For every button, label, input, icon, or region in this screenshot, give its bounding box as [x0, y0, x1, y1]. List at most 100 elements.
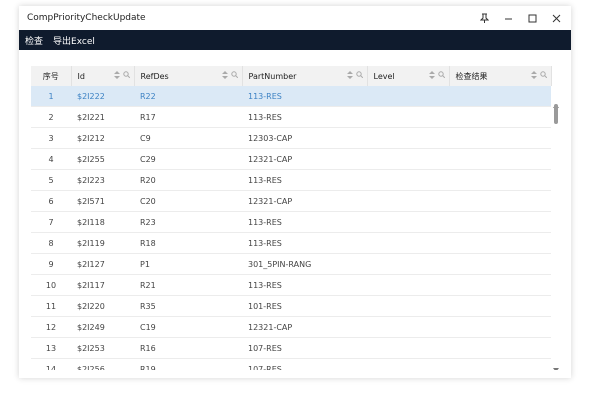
cell-result[interactable] — [449, 274, 551, 296]
cell-ref[interactable]: R16 — [134, 337, 242, 359]
cell-result[interactable] — [449, 316, 551, 338]
cell-result[interactable] — [449, 358, 551, 370]
cell-id[interactable]: $2I223 — [71, 169, 134, 191]
table-row[interactable]: 10 $2I117 R21 113-RES — [31, 274, 551, 296]
scroll-up-icon[interactable] — [553, 94, 559, 108]
sort-icon[interactable] — [530, 71, 537, 81]
cell-ref[interactable]: R18 — [134, 232, 242, 254]
cell-id[interactable]: $2I253 — [71, 337, 134, 359]
cell-pn[interactable]: 113-RES — [242, 106, 367, 128]
cell-result[interactable] — [449, 190, 551, 212]
cell-result[interactable] — [449, 127, 551, 149]
cell-pn[interactable]: 113-RES — [242, 232, 367, 254]
cell-pn[interactable]: 301_5PIN-RANG — [242, 253, 367, 275]
cell-id[interactable]: $2I212 — [71, 127, 134, 149]
cell-idx[interactable]: 4 — [31, 148, 71, 170]
cell-ref[interactable]: R21 — [134, 274, 242, 296]
search-icon[interactable] — [230, 71, 238, 81]
cell-result[interactable] — [449, 295, 551, 317]
cell-pn[interactable]: 12303-CAP — [242, 127, 367, 149]
cell-ref[interactable]: R17 — [134, 106, 242, 128]
sort-icon[interactable] — [113, 71, 120, 81]
vertical-scrollbar[interactable] — [553, 94, 559, 370]
table-row[interactable]: 3 $2I212 C9 12303-CAP — [31, 127, 551, 149]
cell-pn[interactable]: 12321-CAP — [242, 190, 367, 212]
cell-id[interactable]: $2I571 — [71, 190, 134, 212]
cell-result[interactable] — [449, 211, 551, 233]
col-header-result[interactable]: 检查结果 — [449, 66, 552, 86]
cell-result[interactable] — [449, 106, 551, 128]
pin-icon[interactable] — [477, 11, 491, 25]
cell-id[interactable]: $2I127 — [71, 253, 134, 275]
scroll-down-icon[interactable] — [553, 358, 559, 370]
sort-icon[interactable] — [221, 71, 228, 81]
table-row[interactable]: 14 $2I256 R19 107-RES — [31, 358, 551, 370]
cell-result[interactable] — [449, 86, 551, 107]
cell-idx[interactable]: 9 — [31, 253, 71, 275]
table-row[interactable]: 11 $2I220 R35 101-RES — [31, 295, 551, 317]
cell-ref[interactable]: C29 — [134, 148, 242, 170]
cell-level[interactable] — [367, 169, 449, 191]
cell-pn[interactable]: 12321-CAP — [242, 148, 367, 170]
cell-result[interactable] — [449, 148, 551, 170]
cell-result[interactable] — [449, 232, 551, 254]
cell-idx[interactable]: 12 — [31, 316, 71, 338]
sort-icon[interactable] — [428, 71, 435, 81]
cell-level[interactable] — [367, 358, 449, 370]
table-row[interactable]: 9 $2I127 P1 301_5PIN-RANG — [31, 253, 551, 275]
cell-idx[interactable]: 7 — [31, 211, 71, 233]
cell-id[interactable]: $2I256 — [71, 358, 134, 370]
maximize-icon[interactable] — [525, 11, 539, 25]
cell-ref[interactable]: P1 — [134, 253, 242, 275]
cell-ref[interactable]: C19 — [134, 316, 242, 338]
cell-idx[interactable]: 14 — [31, 358, 71, 370]
cell-ref[interactable]: R35 — [134, 295, 242, 317]
cell-level[interactable] — [367, 211, 449, 233]
sort-icon[interactable] — [346, 71, 353, 81]
cell-pn[interactable]: 113-RES — [242, 274, 367, 296]
cell-idx[interactable]: 2 — [31, 106, 71, 128]
menu-export-excel[interactable]: 导出Excel — [53, 34, 95, 47]
cell-level[interactable] — [367, 316, 449, 338]
cell-level[interactable] — [367, 127, 449, 149]
col-header-id[interactable]: Id — [71, 66, 135, 86]
cell-result[interactable] — [449, 253, 551, 275]
cell-level[interactable] — [367, 148, 449, 170]
col-header-partnumber[interactable]: PartNumber — [242, 66, 368, 86]
cell-level[interactable] — [367, 253, 449, 275]
cell-pn[interactable]: 101-RES — [242, 295, 367, 317]
cell-level[interactable] — [367, 106, 449, 128]
close-icon[interactable] — [549, 11, 563, 25]
cell-id[interactable]: $2I117 — [71, 274, 134, 296]
cell-result[interactable] — [449, 169, 551, 191]
cell-ref[interactable]: C20 — [134, 190, 242, 212]
cell-idx[interactable]: 1 — [31, 86, 71, 107]
cell-id[interactable]: $2I249 — [71, 316, 134, 338]
cell-idx[interactable]: 13 — [31, 337, 71, 359]
cell-result[interactable] — [449, 337, 551, 359]
table-row[interactable]: 5 $2I223 R20 113-RES — [31, 169, 551, 191]
cell-idx[interactable]: 8 — [31, 232, 71, 254]
table-row[interactable]: 4 $2I255 C29 12321-CAP — [31, 148, 551, 170]
cell-id[interactable]: $2I118 — [71, 211, 134, 233]
menu-check[interactable]: 检查 — [25, 34, 43, 47]
cell-level[interactable] — [367, 295, 449, 317]
table-row[interactable]: 6 $2I571 C20 12321-CAP — [31, 190, 551, 212]
cell-pn[interactable]: 107-RES — [242, 358, 367, 370]
cell-level[interactable] — [367, 86, 449, 107]
cell-ref[interactable]: R19 — [134, 358, 242, 370]
search-icon[interactable] — [355, 71, 363, 81]
cell-ref[interactable]: R22 — [134, 86, 242, 107]
scroll-thumb[interactable] — [554, 104, 558, 124]
cell-pn[interactable]: 12321-CAP — [242, 316, 367, 338]
table-row[interactable]: 7 $2I118 R23 113-RES — [31, 211, 551, 233]
cell-id[interactable]: $2I222 — [71, 86, 134, 107]
table-row[interactable]: 1 $2I222 R22 113-RES — [31, 86, 551, 107]
cell-id[interactable]: $2I221 — [71, 106, 134, 128]
cell-level[interactable] — [367, 274, 449, 296]
cell-level[interactable] — [367, 190, 449, 212]
cell-pn[interactable]: 113-RES — [242, 86, 367, 107]
cell-idx[interactable]: 5 — [31, 169, 71, 191]
cell-level[interactable] — [367, 232, 449, 254]
col-header-level[interactable]: Level — [367, 66, 450, 86]
